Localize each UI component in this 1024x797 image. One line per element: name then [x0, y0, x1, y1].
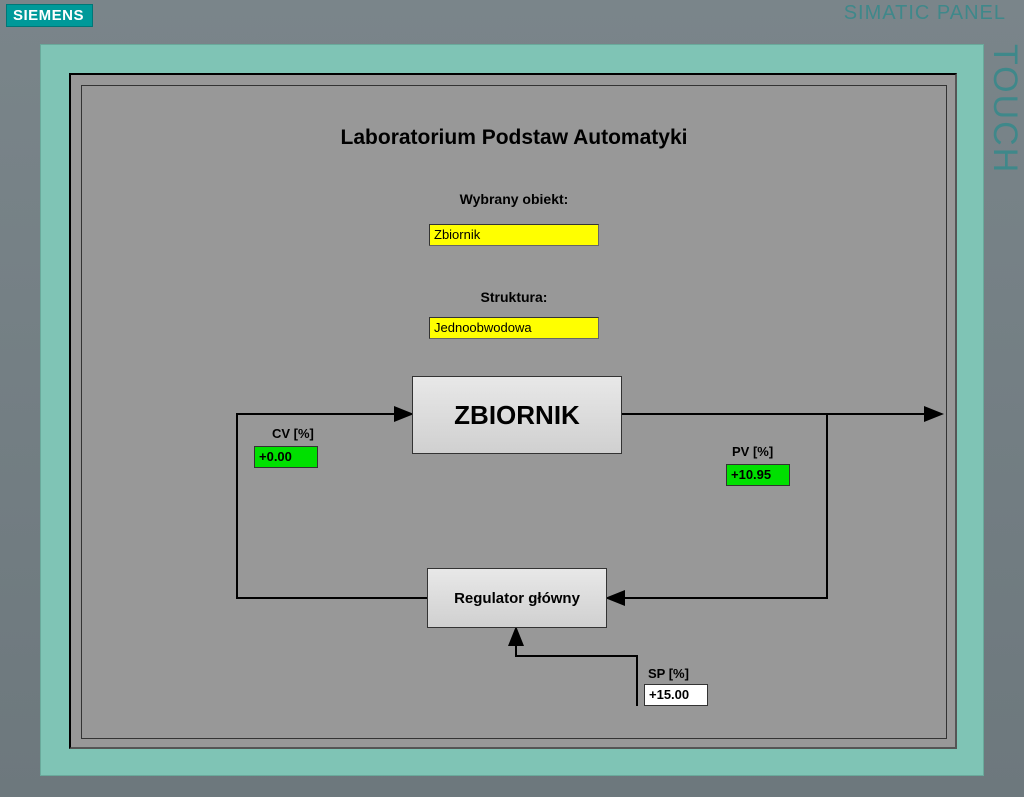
siemens-logo: SIEMENS — [6, 4, 93, 27]
screen-panel: Laboratorium Podstaw Automatyki Wybrany … — [81, 85, 947, 739]
controller-block[interactable]: Regulator główny — [427, 568, 607, 628]
touch-label: TOUCH — [985, 44, 1024, 174]
sp-label: SP [%] — [648, 666, 689, 681]
simatic-panel-label: SIMATIC PANEL — [844, 2, 1006, 25]
structure-select[interactable]: Jednoobwodowa — [429, 317, 599, 339]
control-loop-diagram: ZBIORNIK Regulator główny CV [%] +0.00 P… — [82, 366, 948, 736]
cv-label: CV [%] — [272, 426, 314, 441]
pv-value[interactable]: +10.95 — [726, 464, 790, 486]
structure-label: Struktura: — [82, 289, 946, 305]
cv-value[interactable]: +0.00 — [254, 446, 318, 468]
object-label: Wybrany obiekt: — [82, 191, 946, 207]
sp-value[interactable]: +15.00 — [644, 684, 708, 706]
page-title: Laboratorium Podstaw Automatyki — [82, 126, 946, 150]
pv-label: PV [%] — [732, 444, 773, 459]
panel-bezel: Laboratorium Podstaw Automatyki Wybrany … — [40, 44, 984, 776]
object-select[interactable]: Zbiornik — [429, 224, 599, 246]
hmi-screen: Laboratorium Podstaw Automatyki Wybrany … — [69, 73, 957, 749]
process-block[interactable]: ZBIORNIK — [412, 376, 622, 454]
